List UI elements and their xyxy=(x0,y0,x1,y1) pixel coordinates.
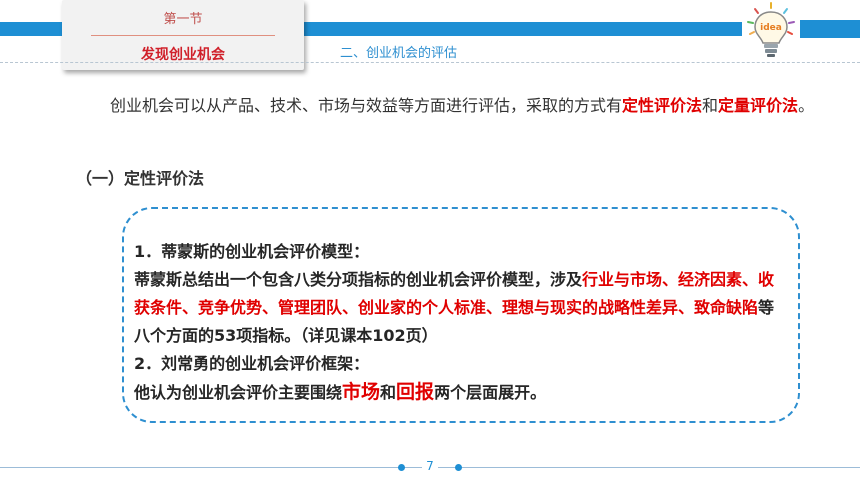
section-title: 发现创业机会 xyxy=(141,47,225,63)
callout-content: 1．蒂蒙斯的创业机会评价模型： 蒂蒙斯总结出一个包含八类分项指标的创业机会评价模… xyxy=(134,238,782,407)
svg-text:idea: idea xyxy=(760,23,782,33)
section-tab-divider xyxy=(91,35,275,36)
model-description: 蒂蒙斯总结出一个包含八类分项指标的创业机会评价模型，涉及行业与市场、经济因素、收… xyxy=(134,270,775,345)
intro-paragraph: 创业机会可以从产品、技术、市场与效益等方面进行评估，采取的方式有定性评价法和定量… xyxy=(110,96,815,115)
slide-subtitle: 二、创业机会的评估 xyxy=(340,46,458,61)
section-heading: （一）定性评价法 xyxy=(76,169,205,188)
footer-dot-right xyxy=(455,464,462,471)
framework-description: 他认为创业机会评价主要围绕市场和回报两个层面展开。 xyxy=(134,381,547,403)
keyword-return: 回报 xyxy=(396,381,435,403)
framework-title: 2．刘常勇的创业机会评价框架： xyxy=(134,354,370,373)
page-number: 7 xyxy=(422,459,438,473)
model-title: 1．蒂蒙斯的创业机会评价模型： xyxy=(134,242,370,261)
section-label: 第一节 xyxy=(163,12,203,27)
header-divider xyxy=(0,62,860,63)
section-tab: 第一节 发现创业机会 xyxy=(62,0,304,70)
method-quantitative: 定量评价法 xyxy=(718,96,799,115)
lightbulb-icon: idea xyxy=(742,0,800,60)
keyword-market: 市场 xyxy=(342,381,381,403)
method-qualitative: 定性评价法 xyxy=(622,96,703,115)
footer-dot-left xyxy=(398,464,405,471)
